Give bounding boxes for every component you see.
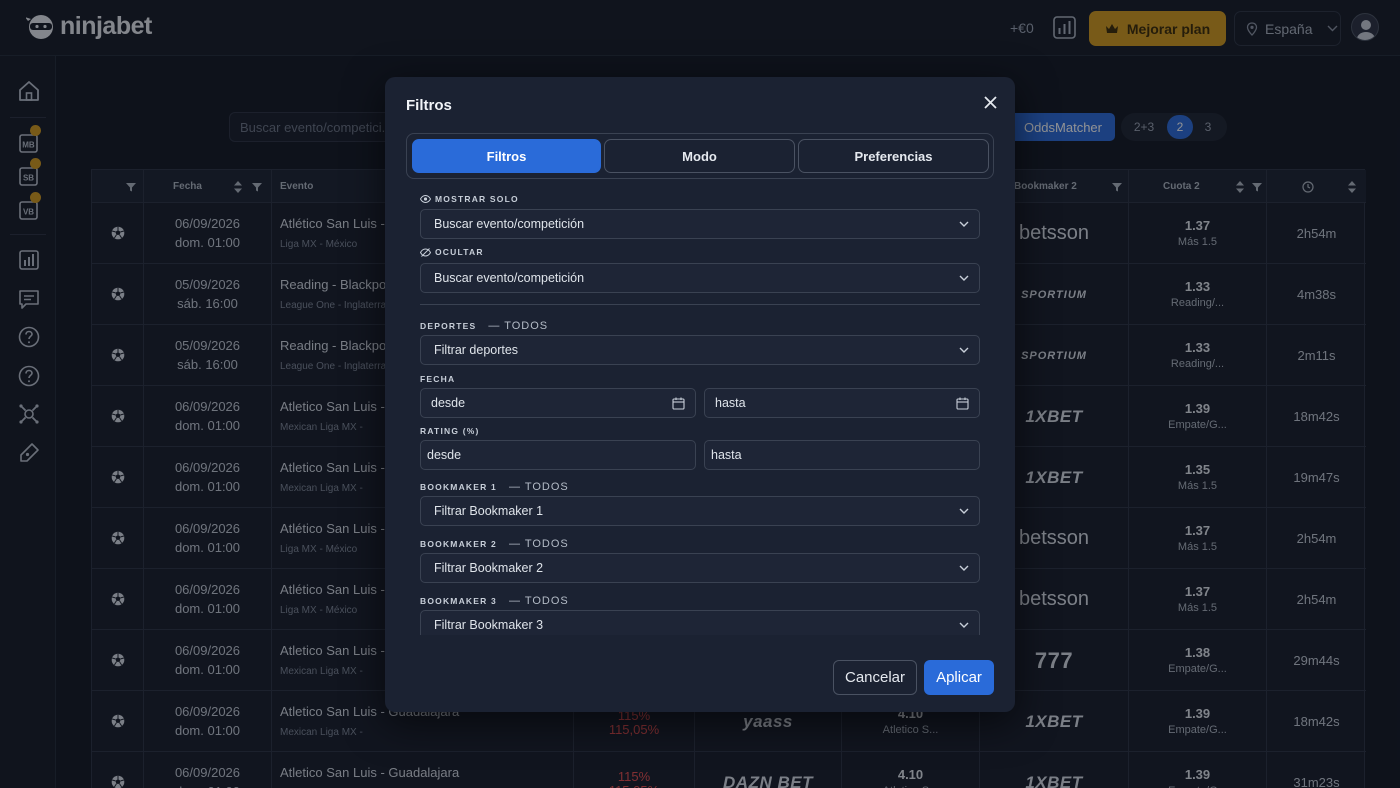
sports-label-text: DEPORTES <box>420 321 477 331</box>
tab-preferencias[interactable]: Preferencias <box>798 139 989 173</box>
bookmaker1-label: BOOKMAKER 1 — TODOS <box>420 481 569 493</box>
chevron-down-icon <box>959 221 969 227</box>
show-only-label-text: MOSTRAR SOLO <box>435 194 519 204</box>
sports-value: Filtrar deportes <box>434 343 519 357</box>
tab-modo[interactable]: Modo <box>604 139 795 173</box>
hide-select[interactable]: Buscar evento/competición <box>420 263 980 293</box>
bookmaker2-label: BOOKMAKER 2 — TODOS <box>420 538 569 550</box>
chevron-down-icon <box>959 347 969 353</box>
bookmaker1-value: Filtrar Bookmaker 1 <box>434 504 544 518</box>
chevron-down-icon <box>959 508 969 514</box>
calendar-icon[interactable] <box>672 397 685 410</box>
calendar-icon[interactable] <box>956 397 969 410</box>
form-divider <box>420 304 980 305</box>
bookmaker2-todos: — TODOS <box>508 538 569 550</box>
bookmaker3-select[interactable]: Filtrar Bookmaker 3 <box>420 610 980 635</box>
filters-form: MOSTRAR SOLO Buscar evento/competición O… <box>420 187 980 635</box>
sports-select[interactable]: Filtrar deportes <box>420 335 980 365</box>
sports-todos: — TODOS <box>488 320 549 332</box>
date-label: FECHA <box>420 374 456 384</box>
date-from-placeholder: desde <box>431 396 466 410</box>
hide-label: OCULTAR <box>420 247 484 257</box>
hide-label-text: OCULTAR <box>435 247 484 257</box>
rating-to-placeholder: hasta <box>711 448 742 462</box>
bookmaker1-select[interactable]: Filtrar Bookmaker 1 <box>420 496 980 526</box>
rating-from-input[interactable]: desde <box>420 440 696 470</box>
bookmaker1-todos: — TODOS <box>508 481 569 493</box>
eye-icon <box>420 195 431 203</box>
chevron-down-icon <box>959 275 969 281</box>
close-icon[interactable] <box>982 94 999 111</box>
chevron-down-icon <box>959 622 969 628</box>
bookmaker2-select[interactable]: Filtrar Bookmaker 2 <box>420 553 980 583</box>
bookmaker3-value: Filtrar Bookmaker 3 <box>434 618 544 632</box>
dialog-title: Filtros <box>406 97 452 114</box>
dialog-tabs: Filtros Modo Preferencias <box>406 133 994 179</box>
bookmaker3-todos: — TODOS <box>508 595 569 607</box>
show-only-value: Buscar evento/competición <box>434 217 585 231</box>
filters-dialog: Filtros Filtros Modo Preferencias MOSTRA… <box>385 77 1015 712</box>
apply-button[interactable]: Aplicar <box>924 660 994 695</box>
date-to-placeholder: hasta <box>715 396 746 410</box>
bookmaker2-label-text: BOOKMAKER 2 <box>420 539 497 549</box>
chevron-down-icon <box>959 565 969 571</box>
bookmaker1-label-text: BOOKMAKER 1 <box>420 482 497 492</box>
date-from-input[interactable]: desde <box>420 388 696 418</box>
sports-label: DEPORTES — TODOS <box>420 320 548 332</box>
bookmaker2-value: Filtrar Bookmaker 2 <box>434 561 544 575</box>
date-to-input[interactable]: hasta <box>704 388 980 418</box>
bookmaker3-label-text: BOOKMAKER 3 <box>420 596 497 606</box>
show-only-select[interactable]: Buscar evento/competición <box>420 209 980 239</box>
hide-value: Buscar evento/competición <box>434 271 585 285</box>
tab-filtros[interactable]: Filtros <box>412 139 601 173</box>
eye-off-icon <box>420 247 431 257</box>
rating-label: RATING (%) <box>420 426 480 436</box>
cancel-button[interactable]: Cancelar <box>833 660 917 695</box>
bookmaker3-label: BOOKMAKER 3 — TODOS <box>420 595 569 607</box>
rating-from-placeholder: desde <box>427 448 462 462</box>
show-only-label: MOSTRAR SOLO <box>420 194 519 204</box>
rating-to-input[interactable]: hasta <box>704 440 980 470</box>
